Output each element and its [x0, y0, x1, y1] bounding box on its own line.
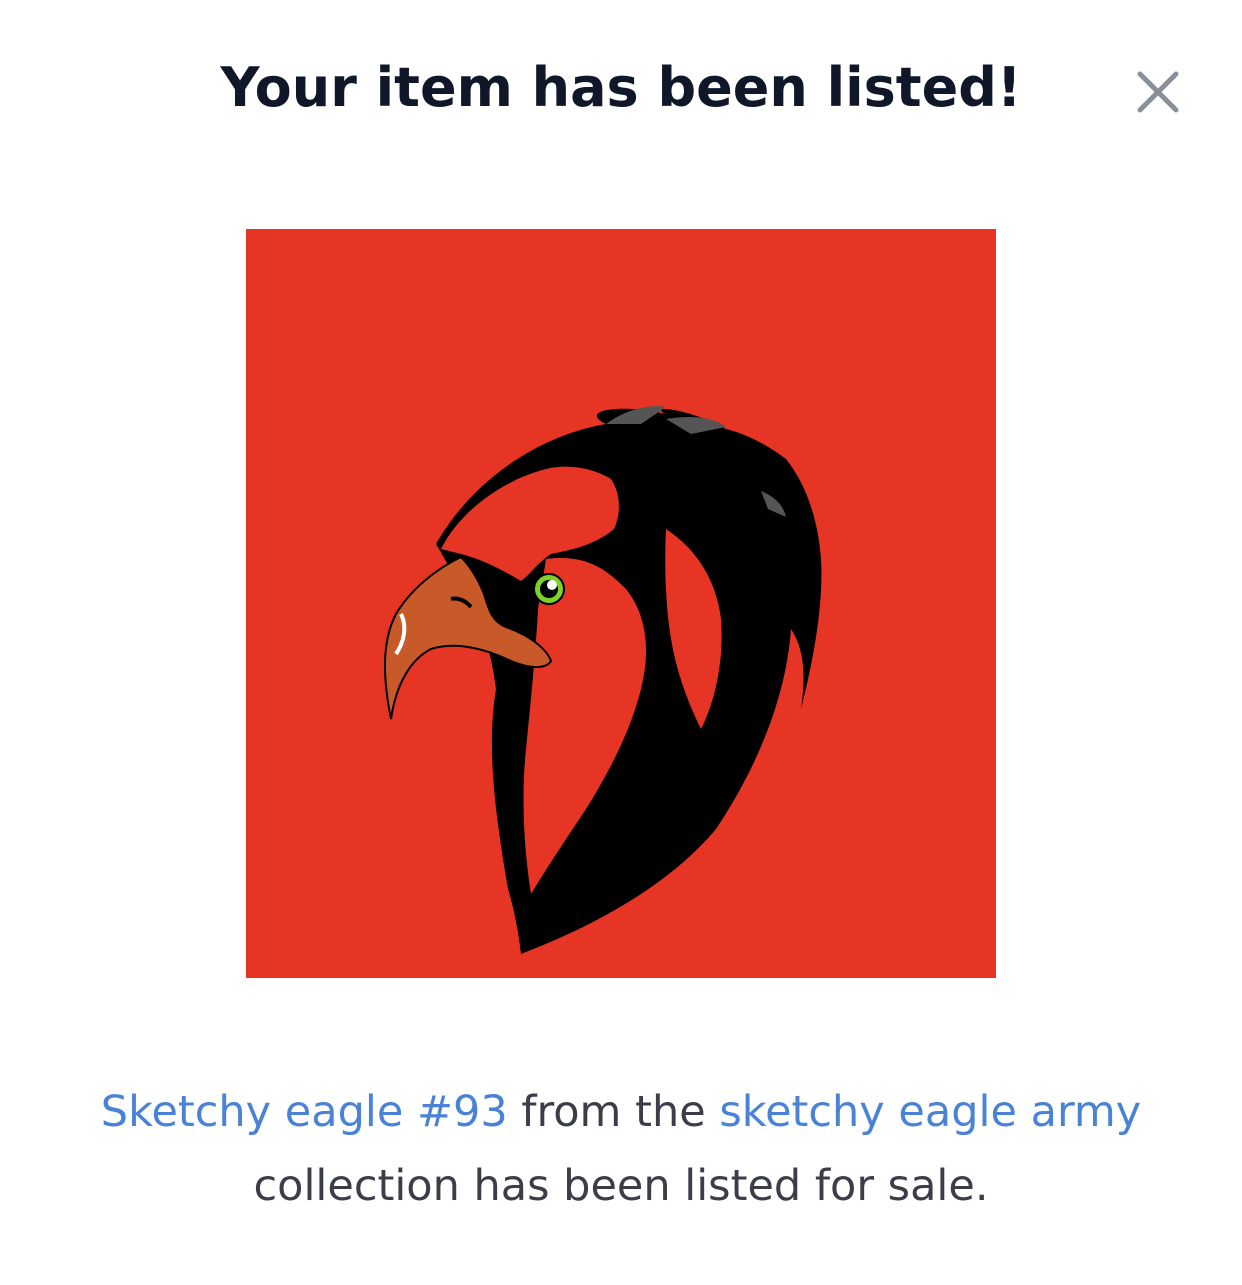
eagle-illustration [246, 229, 996, 978]
close-icon [1137, 71, 1179, 113]
message-text-2: collection has been listed for sale. [253, 1161, 989, 1211]
item-link[interactable]: Sketchy eagle #93 [101, 1087, 508, 1137]
modal-title: Your item has been listed! [220, 56, 1022, 119]
nft-image [246, 229, 996, 978]
message-text-1: from the [507, 1087, 720, 1137]
listing-success-modal: Your item has been listed! Sketchy eagle… [0, 0, 1242, 1285]
listing-message: Sketchy eagle #93 from the sketchy eagle… [60, 1075, 1182, 1223]
collection-link[interactable]: sketchy eagle army [719, 1087, 1141, 1137]
close-button[interactable] [1128, 62, 1188, 122]
